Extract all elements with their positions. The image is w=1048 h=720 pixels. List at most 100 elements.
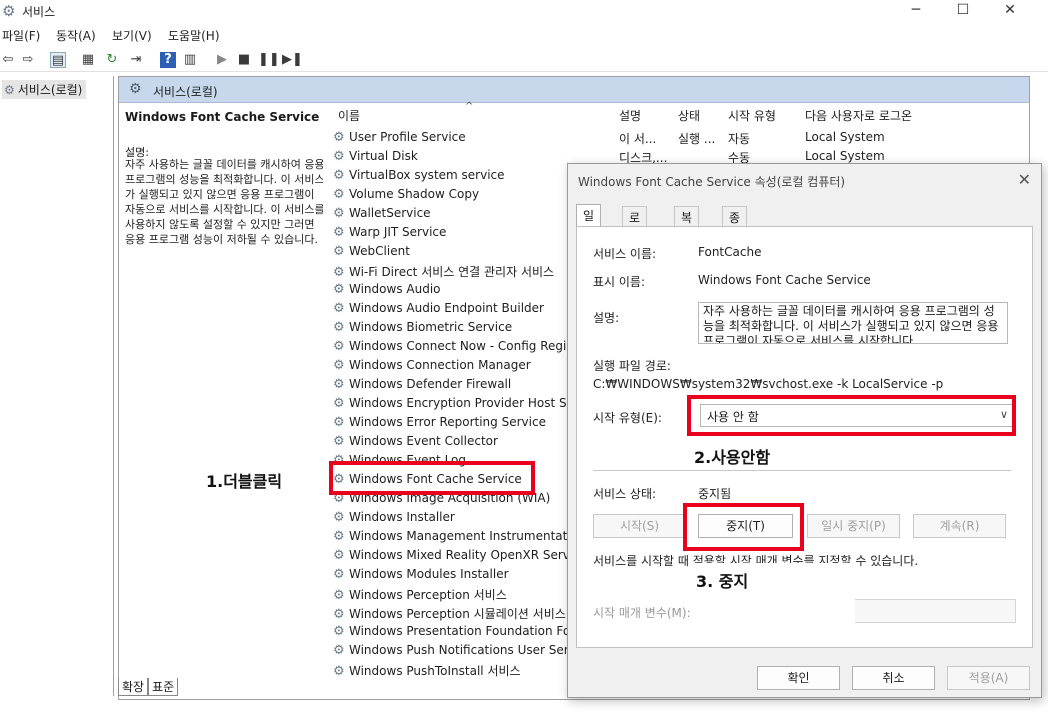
start-params-label: 시작 매개 변수(M): (593, 606, 691, 620)
minimize-button[interactable]: ─ (894, 0, 938, 20)
pause-icon[interactable]: ❚❚ (258, 52, 280, 68)
resume-button[interactable]: 계속(R) (913, 514, 1006, 538)
list-item[interactable]: ⚙ Windows Connection Manager (333, 358, 531, 377)
service-name: Virtual Disk (349, 149, 418, 163)
ok-button[interactable]: 확인 (757, 666, 840, 690)
service-name: Windows Defender Firewall (349, 377, 512, 391)
list-item[interactable]: ⚙ Windows Biometric Service (333, 320, 512, 339)
list-item[interactable]: ⚙ Warp JIT Service (333, 225, 446, 244)
gear-icon: ⚙ (333, 265, 345, 280)
dialog-title: Windows Font Cache Service 속성(로컬 컴퓨터) (578, 175, 846, 189)
tab-recovery[interactable]: 복구 (674, 206, 700, 242)
close-button[interactable]: ✕ (988, 0, 1032, 20)
list-item[interactable]: ⚙ WalletService (333, 206, 431, 225)
step1-annotation: 1.더블클릭 (204, 468, 285, 492)
menu-action[interactable]: 동작(A) (56, 27, 96, 44)
list-item[interactable]: ⚙ Windows Audio (333, 282, 441, 301)
list-item[interactable]: ⚙ Windows Installer (333, 510, 455, 529)
service-name: Windows Installer (349, 510, 455, 524)
service-name: Windows Biometric Service (349, 320, 513, 334)
column-header-status[interactable]: 상태 (678, 107, 700, 124)
gear-icon: ⚙ (333, 358, 345, 373)
highlight-startup-type (687, 395, 1016, 436)
gear-icon: ⚙ (333, 396, 345, 411)
menu-view[interactable]: 보기(V) (112, 27, 152, 44)
list-item[interactable]: ⚙ Windows Defender Firewall (333, 377, 511, 396)
gear-icon: ⚙ (333, 244, 345, 259)
dialog-description-label: 설명: (593, 311, 620, 325)
console-tree-icon[interactable]: ▤ (50, 52, 66, 68)
list-item[interactable]: ⚙ WebClient (333, 244, 410, 263)
gear-icon: ⚙ (333, 624, 345, 639)
forward-arrow-icon[interactable]: ⇨ (20, 52, 36, 68)
gear-icon: ⚙ (333, 434, 345, 449)
export-list-icon[interactable]: ⇥ (128, 52, 144, 68)
help-icon[interactable]: ? (160, 52, 176, 68)
list-item[interactable]: ⚙ Windows Mixed Reality OpenXR Service (333, 548, 587, 567)
row-status: 실행 ... (678, 132, 716, 146)
maximize-button[interactable]: ☐ (941, 0, 985, 20)
tree-node-services-local[interactable]: ⚙ 서비스(로컬) (2, 80, 87, 99)
list-item[interactable]: ⚙ Virtual Disk (333, 149, 418, 168)
list-item[interactable]: ⚙ Windows Event Collector (333, 434, 498, 453)
back-arrow-icon[interactable]: ⇦ (0, 52, 16, 68)
service-name: Windows Perception 시뮬레이션 서비스 (349, 607, 566, 621)
service-name: Windows Management Instrumentation (349, 529, 586, 543)
column-header-description[interactable]: 설명 (619, 107, 641, 124)
tab-extended[interactable]: 확장 (118, 678, 149, 696)
refresh-icon[interactable]: ↻ (104, 52, 120, 68)
tree-node-label: 서비스(로컬) (17, 83, 83, 97)
list-item[interactable]: ⚙ Windows PushToInstall 서비스 (333, 662, 521, 681)
service-name: Warp JIT Service (349, 225, 447, 239)
gear-icon: ⚙ (333, 339, 345, 354)
console-tree: ⚙ 서비스(로컬) (0, 76, 114, 696)
list-item[interactable]: ⚙ Windows Management Instrumentation (333, 529, 586, 548)
list-item[interactable]: ⚙ Windows Perception 시뮬레이션 서비스 (333, 605, 566, 624)
column-header-logon-as[interactable]: 다음 사용자로 로그온 (805, 107, 912, 124)
service-name: Windows PushToInstall 서비스 (349, 664, 521, 678)
list-item[interactable]: ⚙ Windows Push Notifications User Service (333, 643, 593, 662)
stop-icon[interactable]: ■ (236, 52, 252, 68)
play-icon[interactable]: ▶ (214, 52, 230, 68)
restart-icon[interactable]: ▶❚ (282, 52, 303, 68)
column-header-name[interactable]: 이름 (338, 107, 360, 124)
dialog-close-button[interactable]: ✕ (1018, 170, 1031, 189)
menu-file[interactable]: 파일(F) (2, 27, 40, 44)
service-name: Windows Encryption Provider Host Service (349, 396, 604, 410)
list-item[interactable]: ⚙ Windows Error Reporting Service (333, 415, 546, 434)
cancel-button[interactable]: 취소 (852, 666, 935, 690)
list-item[interactable]: ⚙ Windows Encryption Provider Host Servic… (333, 396, 603, 415)
menu-help[interactable]: 도움말(H) (168, 27, 220, 44)
view-icon[interactable]: ▥ (182, 52, 198, 68)
service-name: WalletService (349, 206, 431, 220)
gear-icon: ⚙ (333, 168, 345, 183)
row-logon-as: Local System (805, 130, 885, 144)
dialog-description-box[interactable]: 자주 사용하는 글꼴 데이터를 캐시하여 응용 프로그램의 성능을 최적화합니다… (698, 302, 1008, 344)
list-item[interactable]: ⚙ Windows Connect Now - Config Registrar (333, 339, 595, 358)
list-item[interactable]: ⚙ User Profile Service (333, 130, 466, 149)
properties-sheet-icon[interactable]: ▦ (80, 52, 96, 68)
gear-icon: ⚙ (333, 149, 345, 164)
pause-button[interactable]: 일시 중지(P) (807, 514, 900, 538)
gear-icon: ⚙ (333, 187, 345, 202)
tab-standard[interactable]: 표준 (148, 678, 179, 696)
display-name-value: Windows Font Cache Service (698, 273, 871, 287)
gear-icon: ⚙ (333, 377, 345, 392)
list-item[interactable]: ⚙ Windows Audio Endpoint Builder (333, 301, 544, 320)
service-name: VirtualBox system service (349, 168, 505, 182)
service-name-value: FontCache (698, 245, 762, 259)
gear-icon: ⚙ (333, 567, 345, 582)
tab-logon[interactable]: 로그온 (622, 206, 648, 259)
list-item[interactable]: ⚙ Windows Perception 서비스 (333, 586, 507, 605)
tab-dependencies[interactable]: 종속성 (722, 206, 748, 259)
gear-icon: ⚙ (333, 588, 345, 603)
column-header-startup-type[interactable]: 시작 유형 (728, 107, 776, 124)
list-item[interactable]: ⚙ VirtualBox system service (333, 168, 505, 187)
list-item[interactable]: ⚙ Windows Modules Installer (333, 567, 509, 586)
list-item[interactable]: ⚙ Wi-Fi Direct 서비스 연결 관리자 서비스 (333, 263, 554, 282)
menu-bar: 파일(F) 동작(A) 보기(V) 도움말(H) (0, 24, 1048, 46)
list-item[interactable]: ⚙ Volume Shadow Copy (333, 187, 479, 206)
apply-button[interactable]: 적용(A) (947, 666, 1030, 690)
start-button[interactable]: 시작(S) (593, 514, 686, 538)
tab-general[interactable]: 일반 (576, 204, 602, 240)
